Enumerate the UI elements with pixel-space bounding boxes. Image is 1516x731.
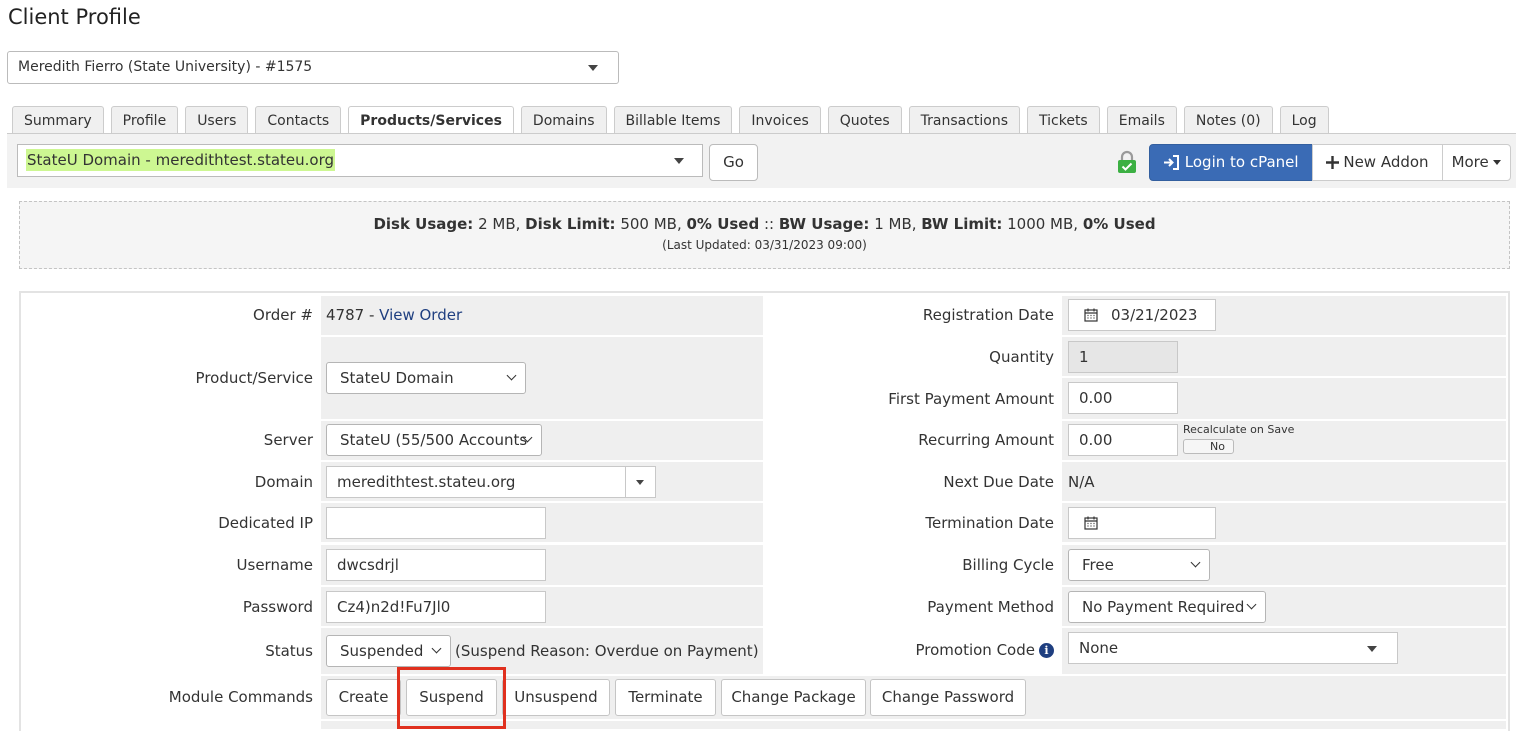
suspend-reason: (Suspend Reason: Overdue on Payment) — [455, 642, 759, 660]
first-payment-input[interactable]: 0.00 — [1068, 382, 1178, 414]
more-dropdown-button[interactable]: More — [1441, 144, 1511, 181]
annotation-highlight-box — [397, 667, 506, 729]
promotion-code-label: Promotion Code i — [916, 641, 1054, 659]
tab-log[interactable]: Log — [1279, 106, 1329, 134]
service-actions: Login to cPanel New Addon More — [1149, 144, 1511, 181]
new-addon-button[interactable]: New Addon — [1311, 144, 1443, 181]
create-button[interactable]: Create — [326, 679, 401, 716]
tab-quotes[interactable]: Quotes — [827, 106, 902, 134]
lock-icon — [1118, 150, 1136, 173]
server-label: Server — [263, 431, 313, 449]
service-selector[interactable]: StateU Domain - meredithtest.stateu.org — [17, 144, 703, 177]
client-selector[interactable]: Meredith Fierro (State University) - #15… — [7, 51, 619, 84]
login-cpanel-label: Login to cPanel — [1184, 153, 1299, 171]
next-due-date-label: Next Due Date — [943, 473, 1054, 491]
recalculate-toggle[interactable]: No — [1183, 439, 1234, 454]
service-selector-value: StateU Domain - meredithtest.stateu.org — [26, 149, 336, 171]
tab-profile[interactable]: Profile — [110, 106, 179, 134]
tab-transactions[interactable]: Transactions — [908, 106, 1021, 134]
domain-label: Domain — [254, 473, 313, 491]
termination-date-input[interactable] — [1068, 507, 1216, 539]
terminate-button[interactable]: Terminate — [615, 679, 716, 716]
promotion-code-select[interactable]: None — [1068, 632, 1398, 664]
unsuspend-button[interactable]: Unsuspend — [502, 679, 610, 716]
tab-contacts[interactable]: Contacts — [255, 106, 342, 134]
page-title: Client Profile — [8, 5, 141, 29]
billing-cycle-label: Billing Cycle — [962, 556, 1054, 574]
caret-down-icon — [636, 480, 644, 485]
server-select[interactable]: StateU (55/500 Accounts — [326, 424, 542, 456]
calendar-icon — [1084, 516, 1098, 530]
product-service-label: Product/Service — [195, 369, 313, 387]
tab-notes[interactable]: Notes (0) — [1183, 106, 1273, 134]
termination-date-label: Termination Date — [925, 514, 1054, 532]
recurring-amount-label: Recurring Amount — [918, 431, 1054, 449]
dedicated-ip-label: Dedicated IP — [218, 514, 313, 532]
tab-tickets[interactable]: Tickets — [1027, 106, 1100, 134]
chevron-down-icon — [506, 370, 517, 381]
recalculate-label: Recalculate on Save — [1183, 423, 1295, 436]
more-label: More — [1451, 153, 1489, 171]
dedicated-ip-input[interactable] — [326, 507, 546, 539]
go-button[interactable]: Go — [709, 144, 758, 181]
profile-tabs: Summary Profile Users Contacts Products/… — [12, 106, 1336, 135]
product-service-select[interactable]: StateU Domain — [326, 362, 526, 394]
domain-dropdown-button[interactable] — [625, 466, 656, 498]
new-addon-label: New Addon — [1343, 153, 1429, 171]
usage-last-updated: (Last Updated: 03/31/2023 09:00) — [662, 238, 867, 252]
first-payment-label: First Payment Amount — [888, 390, 1054, 408]
tab-invoices[interactable]: Invoices — [739, 106, 821, 134]
tab-products-services[interactable]: Products/Services — [348, 106, 514, 135]
sign-in-icon — [1164, 155, 1179, 170]
chevron-down-icon — [1190, 557, 1201, 568]
plus-icon — [1325, 156, 1339, 169]
status-select[interactable]: Suspended — [326, 635, 451, 667]
chevron-down-icon — [431, 643, 442, 654]
status-label: Status — [265, 642, 313, 660]
view-order-link[interactable]: View Order — [379, 306, 462, 324]
registration-date-input[interactable]: 03/21/2023 — [1068, 299, 1216, 331]
chevron-down-icon — [1246, 599, 1257, 610]
usage-stats: Disk Usage: 2 MB, Disk Limit: 500 MB, 0%… — [373, 215, 1156, 233]
order-label: Order # — [253, 306, 313, 324]
tab-users[interactable]: Users — [185, 106, 249, 134]
tab-emails[interactable]: Emails — [1106, 106, 1177, 134]
chevron-down-icon — [1367, 646, 1377, 652]
change-package-button[interactable]: Change Package — [721, 679, 866, 716]
info-icon[interactable]: i — [1039, 643, 1054, 658]
order-value: 4787 - View Order — [326, 306, 463, 324]
tab-summary[interactable]: Summary — [12, 106, 104, 134]
next-due-date-value: N/A — [1068, 473, 1095, 491]
quantity-input: 1 — [1068, 341, 1178, 373]
chevron-down-icon — [588, 65, 598, 71]
billing-cycle-select[interactable]: Free — [1068, 549, 1210, 581]
tab-billable-items[interactable]: Billable Items — [613, 106, 733, 134]
login-cpanel-button[interactable]: Login to cPanel — [1149, 144, 1313, 181]
client-selector-value: Meredith Fierro (State University) - #15… — [18, 59, 313, 75]
registration-date-label: Registration Date — [922, 306, 1054, 324]
password-label: Password — [242, 598, 313, 616]
chevron-down-icon — [674, 158, 684, 164]
domain-input[interactable]: meredithtest.stateu.org — [326, 466, 626, 498]
calendar-icon — [1084, 308, 1098, 322]
change-password-button[interactable]: Change Password — [870, 679, 1026, 716]
recurring-amount-input[interactable]: 0.00 — [1068, 424, 1178, 456]
username-label: Username — [236, 556, 313, 574]
tab-domains[interactable]: Domains — [520, 106, 607, 134]
module-commands-label: Module Commands — [168, 688, 313, 706]
order-number: 4787 — [326, 306, 365, 324]
quantity-label: Quantity — [989, 348, 1054, 366]
username-input[interactable]: dwcsdrjl — [326, 549, 546, 581]
caret-down-icon — [1492, 160, 1501, 165]
payment-method-select[interactable]: No Payment Required — [1068, 591, 1266, 623]
password-input[interactable]: Cz4)n2d!Fu7Jl0 — [326, 591, 546, 623]
payment-method-label: Payment Method — [927, 598, 1054, 616]
usage-summary: Disk Usage: 2 MB, Disk Limit: 500 MB, 0%… — [19, 201, 1510, 269]
